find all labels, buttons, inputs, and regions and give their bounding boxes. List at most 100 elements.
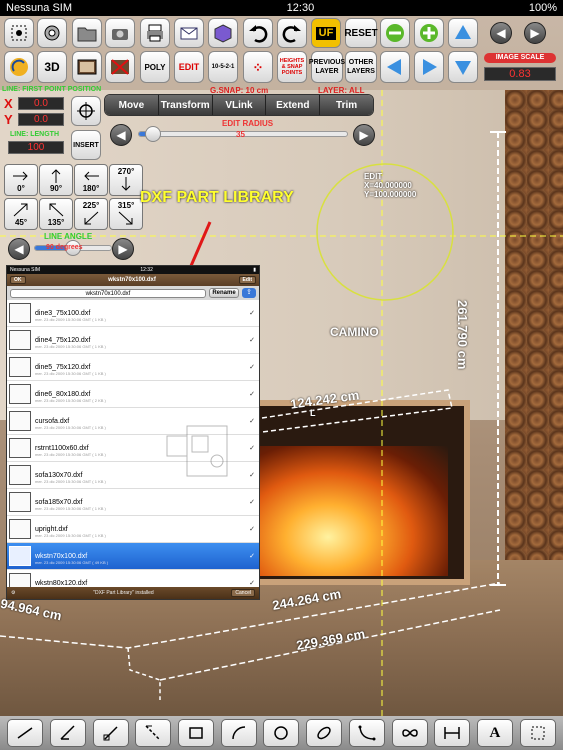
library-file-name: rstrnt1100x60.dxf <box>35 444 89 452</box>
pan-left-button[interactable] <box>380 51 410 83</box>
tool-line-button[interactable] <box>7 719 44 747</box>
tool-curve-button[interactable] <box>348 719 385 747</box>
infinity-icon <box>401 729 418 737</box>
snap-button[interactable] <box>4 51 34 83</box>
picture-button[interactable] <box>72 51 102 83</box>
library-back-button[interactable]: OK <box>10 276 26 284</box>
layers-3d-button[interactable] <box>208 18 238 48</box>
nav-back-button[interactable]: ◀ <box>490 22 512 44</box>
radius-increase-button[interactable]: ▶ <box>353 124 375 146</box>
library-edit-button[interactable]: Edit <box>238 276 256 284</box>
pan-down-button[interactable] <box>448 51 478 83</box>
tool-angle-line-button[interactable] <box>50 719 87 747</box>
other-layers-button[interactable]: OTHER LAYERS <box>345 51 377 83</box>
tool-circle-button[interactable] <box>263 719 300 747</box>
library-settings-icon[interactable]: ⚙ <box>11 590 15 596</box>
settings-button[interactable] <box>37 18 67 48</box>
camera-button[interactable] <box>105 18 135 48</box>
library-cancel-button[interactable]: Cancel <box>231 589 255 597</box>
library-file-row[interactable]: upright.dxf mer. 23 dic 2009 15:30:06 GMT… <box>7 516 259 543</box>
library-filename-input[interactable]: wkstn70x100.dxf <box>10 288 206 298</box>
angle-225-button[interactable]: 225° <box>74 198 108 230</box>
scale-button[interactable]: 10-5-2-1 <box>208 51 238 83</box>
library-file-row[interactable]: dine6_80x180.dxf mer. 23 dic 2009 15:30:0… <box>7 381 259 408</box>
segment-trim[interactable]: Trim <box>320 95 373 115</box>
angle-0-button[interactable]: 0° <box>4 164 38 196</box>
library-rename-button[interactable]: Rename <box>209 288 239 298</box>
library-file-row[interactable]: dine3_75x100.dxf mer. 23 dic 2009 15:30:0… <box>7 300 259 327</box>
segment-move[interactable]: Move <box>105 95 159 115</box>
uf-button[interactable]: UF <box>311 18 341 48</box>
open-folder-button[interactable] <box>72 18 102 48</box>
line-angle-label: LINE ANGLE <box>44 232 93 241</box>
line-angle-value: 90 degrees <box>46 244 83 251</box>
radius-decrease-button[interactable]: ◀ <box>110 124 132 146</box>
edit-mode-segments[interactable]: Move Transform VLink Extend Trim <box>104 94 374 116</box>
angle-increase-button[interactable]: ▶ <box>112 238 134 260</box>
remove-picture-button[interactable] <box>105 51 135 83</box>
tool-snap-line-button[interactable] <box>135 719 172 747</box>
line-length-value[interactable]: 100 <box>8 141 64 154</box>
pan-right-button[interactable] <box>414 51 444 83</box>
library-file-row[interactable]: dine4_75x120.dxf mer. 23 dic 2009 15:30:0… <box>7 327 259 354</box>
view-3d-button[interactable]: 3D <box>37 51 67 83</box>
poly-button[interactable]: POLY <box>140 51 170 83</box>
tool-dimension-button[interactable] <box>434 719 471 747</box>
tool-spline-button[interactable] <box>391 719 428 747</box>
nav-forward-button[interactable]: ▶ <box>524 22 546 44</box>
x-value[interactable]: 0.0 <box>18 97 64 110</box>
insert-button[interactable]: INSERT <box>71 130 101 160</box>
redo-button[interactable] <box>277 18 307 48</box>
slider-knob[interactable] <box>145 126 161 142</box>
checkmark-icon: ✓ <box>249 337 255 344</box>
angle-decrease-button[interactable]: ◀ <box>8 238 30 260</box>
image-scale-value[interactable]: 0.83 <box>484 67 556 81</box>
crosshair-button[interactable] <box>71 96 101 126</box>
remove-picture-icon <box>111 59 129 75</box>
angle-label: 270° <box>117 167 135 176</box>
dim-height-label: 261.790 cm <box>455 300 470 370</box>
tool-arc-button[interactable] <box>220 719 257 747</box>
angle-90-button[interactable]: 90° <box>39 164 73 196</box>
library-file-row[interactable]: dine5_75x120.dxf mer. 23 dic 2009 15:30:0… <box>7 354 259 381</box>
y-value[interactable]: 0.0 <box>18 113 64 126</box>
zoom-extents-button[interactable] <box>4 18 34 48</box>
heights-snap-label: HEIGHTS & SNAP POINTS <box>279 58 305 76</box>
grid-points-button[interactable]: ⁘ <box>243 51 273 83</box>
gear-icon <box>44 25 60 41</box>
library-file-row[interactable]: sofa185x70.dxf mer. 23 dic 2009 15:30:06 … <box>7 489 259 516</box>
tool-rectangle-button[interactable] <box>178 719 215 747</box>
dimension-icon <box>444 727 460 739</box>
angle-label: 315° <box>117 201 135 210</box>
segment-transform[interactable]: Transform <box>158 95 213 115</box>
library-file-meta: mer. 23 dic 2009 15:30:06 GMT ( 1 KB ) <box>35 425 106 430</box>
tool-text-button[interactable]: A <box>476 719 513 747</box>
tool-ellipse-button[interactable] <box>306 719 343 747</box>
angle-270-button[interactable]: 270° <box>109 164 143 196</box>
email-button[interactable] <box>174 18 204 48</box>
angle-45-button[interactable]: 45° <box>4 198 38 230</box>
segment-vlink[interactable]: VLink <box>212 95 267 115</box>
library-file-row[interactable]: wkstn70x100.dxf mer. 23 dic 2009 15:30:06… <box>7 543 259 570</box>
previous-layer-button[interactable]: PREVIOUS LAYER <box>309 51 345 83</box>
print-button[interactable] <box>140 18 170 48</box>
angle-label: 225° <box>82 201 100 210</box>
segment-extend[interactable]: Extend <box>266 95 321 115</box>
heights-snap-button[interactable]: HEIGHTS & SNAP POINTS <box>277 51 307 83</box>
x-label: X <box>4 96 13 111</box>
library-upload-button[interactable]: ⇪ <box>242 288 256 298</box>
y-label: Y <box>4 112 13 127</box>
text-icon: A <box>489 724 501 741</box>
tool-measure-line-button[interactable] <box>92 719 129 747</box>
angle-180-button[interactable]: 180° <box>74 164 108 196</box>
edit-button[interactable]: EDIT <box>174 51 204 83</box>
undo-button[interactable] <box>243 18 273 48</box>
zoom-out-button[interactable] <box>380 18 410 48</box>
angle-135-button[interactable]: 135° <box>39 198 73 230</box>
angle-315-button[interactable]: 315° <box>109 198 143 230</box>
tool-select-button[interactable] <box>519 719 556 747</box>
reset-button[interactable]: RESET <box>344 18 378 48</box>
zoom-in-button[interactable] <box>414 18 444 48</box>
arrow-nw-icon <box>49 203 64 217</box>
pan-up-button[interactable] <box>448 18 478 48</box>
